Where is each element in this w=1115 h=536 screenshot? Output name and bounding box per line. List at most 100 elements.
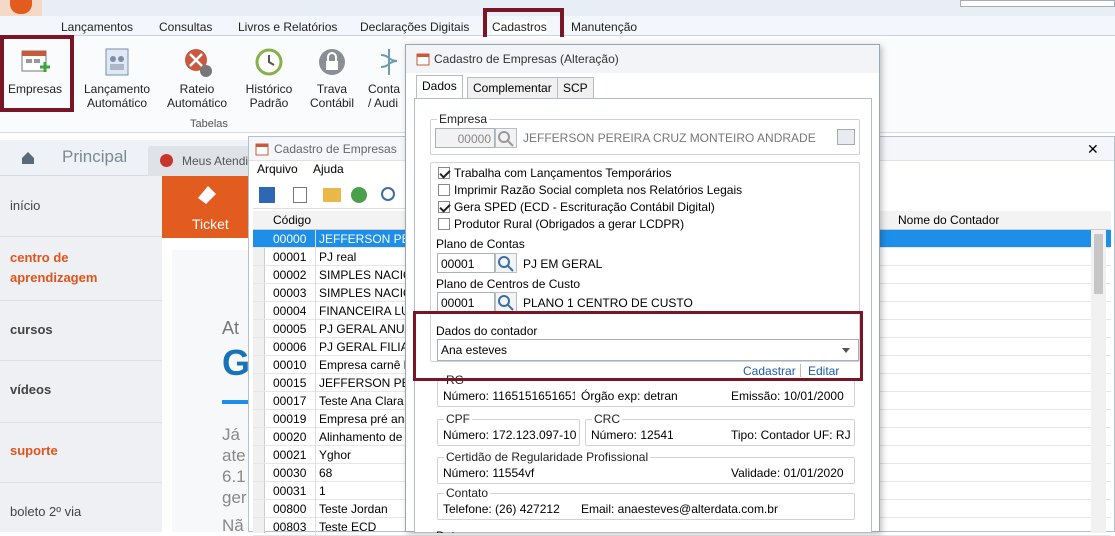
divider [315,428,316,446]
divider [315,446,316,464]
check-razao-social[interactable] [438,184,450,196]
contador-label1: Conta [368,82,401,96]
tab-declaracoes-digitais[interactable]: Declarações Digitais [360,20,469,34]
search-icon[interactable] [381,187,395,201]
sidebar-item-aprendizagem[interactable]: aprendizagem [10,270,97,285]
historico-padrao-button[interactable]: Histórico Padrão [238,45,300,110]
tab-complementar[interactable]: Complementar [467,77,558,99]
divider [0,236,162,237]
divider [315,356,316,374]
rg-emissao: Emissão: 10/01/2000 [731,389,844,403]
cell-codigo: 00001 [273,250,307,264]
content-text: ate [222,446,246,465]
divider [0,360,162,361]
tab-meus-atendimentos-label: Meus Atendim [182,154,259,168]
sidebar-item-videos[interactable]: vídeos [10,382,51,397]
app-menu-button[interactable] [0,0,42,16]
plano-contas-desc: PJ EM GERAL [523,257,603,271]
sidebar-item-inicio[interactable]: início [10,198,40,213]
dialog-titlebar: Cadastro de Empresas (Alteração) [406,45,879,73]
divider [315,392,316,410]
lancamento-label1: Lançamento [83,82,151,96]
tab-consultas[interactable]: Consultas [159,20,212,34]
portal-sidebar: início centro de aprendizagem cursos víd… [0,176,162,532]
plano-contas-label: Plano de Contas [436,237,525,251]
sidebar-item-cursos[interactable]: cursos [10,322,53,337]
content-text: At [222,318,240,338]
search-icon[interactable] [495,292,517,312]
ticket-icon [198,186,216,204]
cell-codigo: 00002 [273,268,307,282]
menu-ajuda[interactable]: Ajuda [313,162,344,176]
check-produtor-rural[interactable] [438,218,450,230]
menu-arquivo[interactable]: Arquivo [257,162,298,176]
trava-contabil-button[interactable]: Trava Contábil [304,45,360,110]
col-codigo[interactable]: Código [273,213,311,227]
rateio-label2: Automático [166,96,228,110]
cell-nome: PJ real [319,250,357,264]
cell-codigo: 00020 [273,430,307,444]
search-icon[interactable] [495,128,517,148]
crc-numero: Número: 12541 [591,428,674,442]
list-toolbar [253,183,413,209]
cpf-group: CPF Número: 172.123.097-10 [437,412,580,446]
cpf-numero: Número: 172.123.097-10 [443,428,577,442]
divider [315,482,316,500]
sidebar-item-suporte[interactable]: suporte [10,443,58,458]
check-gera-sped[interactable] [438,201,450,213]
tab-lancamentos[interactable]: Lançamentos [61,20,133,34]
divider [315,284,316,302]
cell-codigo: 00800 [273,502,307,516]
tab-principal[interactable]: Principal [62,147,127,167]
crc-group: CRC Número: 12541 Tipo: Contador UF: RJ [585,412,855,446]
lancamento-automatico-button[interactable]: Lançamento Automático [80,45,154,110]
cpf-label: CPF [444,412,472,426]
highlight-contador-section [413,311,863,381]
content-heading: G [222,342,251,383]
divider [0,300,162,301]
bottom-section-label: Dat [436,529,455,533]
content-text: ger [222,488,247,507]
col-nome-contador[interactable]: Nome do Contador [898,213,999,227]
tab-dados[interactable]: Dados [416,75,463,99]
save-icon[interactable] [259,187,275,203]
close-icon[interactable]: ✕ [1087,141,1099,158]
cell-nome: Teste Jordan [319,502,388,516]
dialog-title: Cadastro de Empresas (Alteração) [434,52,619,66]
new-icon[interactable] [293,187,307,203]
refresh-icon[interactable] [351,187,367,203]
home-icon[interactable] [20,150,36,166]
ticket-button[interactable]: Ticket [162,176,248,238]
plano-contas-code-field[interactable]: 00001 [437,253,495,273]
rateio-automatico-button[interactable]: Rateio Automático [162,45,232,110]
tab-livros-relatorios[interactable]: Livros e Relatórios [238,20,337,34]
empresa-group-label: Empresa [437,112,490,126]
contador-auditor-button[interactable]: Conta / Audi [368,45,408,110]
tab-scp[interactable]: SCP [557,77,594,99]
clock-icon [255,48,283,76]
divider [315,338,316,356]
cell-nome: Empresa carnê leã [319,358,409,372]
plano-centros-code-field[interactable]: 00001 [437,292,495,312]
folder-icon[interactable] [323,188,341,202]
sidebar-item-centro[interactable]: centro de [10,250,69,265]
scroll-thumb[interactable] [1094,234,1103,294]
search-box[interactable] [960,0,1115,7]
tab-manutencao[interactable]: Manutenção [571,20,637,34]
search-icon[interactable] [495,253,517,273]
cell-codigo: 00019 [273,412,307,426]
cell-nome: FINANCEIRA LUC [319,304,409,318]
vertical-scrollbar[interactable] [1091,230,1106,533]
cell-codigo: 00021 [273,448,307,462]
sidebar-item-boleto[interactable]: boleto 2º via [10,504,81,519]
content-text: Nã [222,516,244,535]
cell-codigo: 00017 [273,394,307,408]
divider [315,374,316,392]
certidao-numero: Número: 11554vf [443,466,535,480]
cell-codigo: 00005 [273,322,307,336]
tab-meus-atendimentos[interactable]: Meus Atendim [148,146,258,176]
empresa-code-field[interactable]: 00000 [435,128,495,148]
check-lancamentos-temporarios[interactable] [438,167,450,179]
empresa-details-icon[interactable] [837,129,855,145]
empresa-group: Empresa 00000 JEFFERSON PEREIRA CRUZ MON… [430,112,860,155]
